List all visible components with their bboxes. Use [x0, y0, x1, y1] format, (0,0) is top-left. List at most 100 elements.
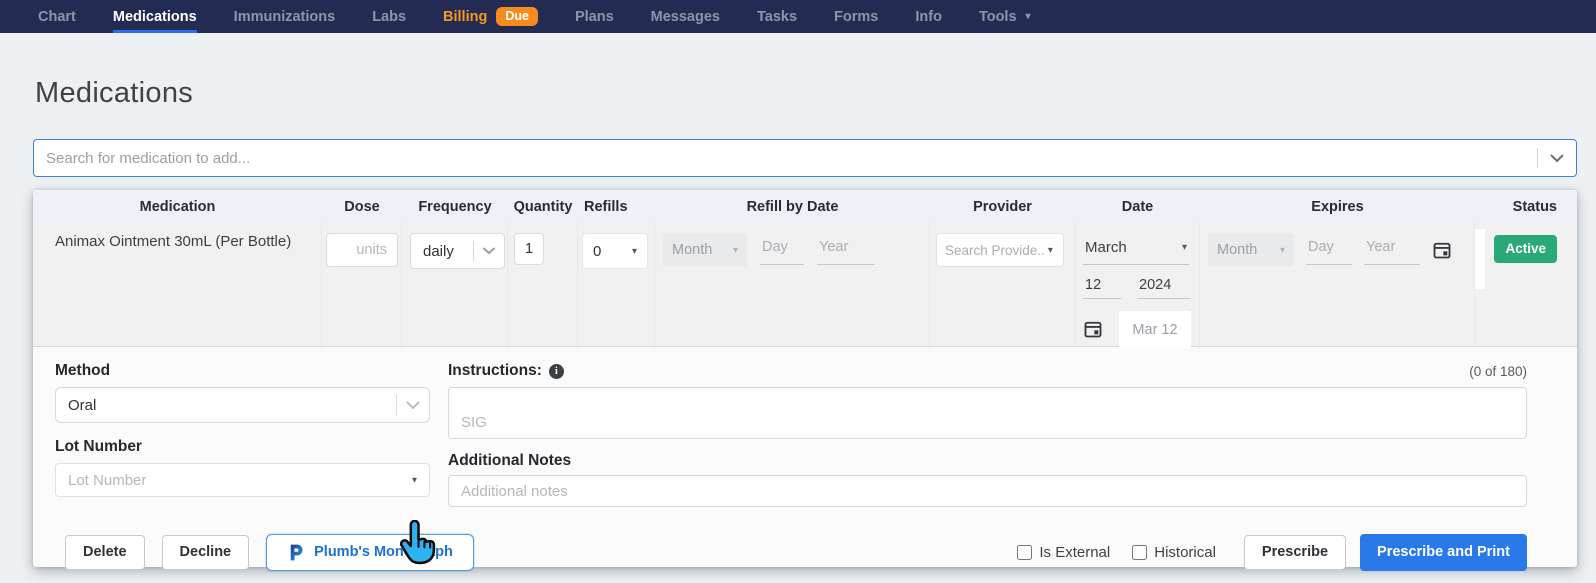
- triangle-down-icon: ▾: [1280, 245, 1285, 256]
- top-nav: Chart Medications Immunizations Labs Bil…: [0, 0, 1596, 33]
- expires-year-input[interactable]: [1364, 233, 1420, 265]
- col-header-refills: Refills: [578, 199, 655, 215]
- triangle-down-icon: ▾: [733, 245, 738, 256]
- medication-search-input[interactable]: [34, 150, 1537, 167]
- historical-label: Historical: [1154, 544, 1216, 561]
- medication-editor-card: Medication Dose Frequency Quantity Refil…: [33, 190, 1577, 567]
- expires-day-input[interactable]: [1306, 233, 1352, 265]
- tab-label: Medications: [113, 9, 197, 25]
- refill-year-input[interactable]: [817, 233, 875, 265]
- triangle-down-icon: ▾: [632, 246, 637, 257]
- date-cell: March ▾ Mar 12: [1075, 223, 1200, 349]
- date-day-input[interactable]: [1083, 273, 1121, 299]
- method-value: Oral: [56, 397, 396, 414]
- prescribe-and-print-button[interactable]: Prescribe and Print: [1360, 534, 1527, 571]
- decline-button[interactable]: Decline: [162, 535, 250, 570]
- tab-labs[interactable]: Labs: [372, 0, 406, 33]
- tab-label: Tools: [979, 9, 1017, 25]
- tab-billing[interactable]: Billing Due: [443, 0, 538, 33]
- search-dropdown-toggle[interactable]: [1538, 154, 1576, 163]
- tab-plans[interactable]: Plans: [575, 0, 614, 33]
- date-calendar-button[interactable]: [1083, 319, 1103, 342]
- refill-month-select[interactable]: Month ▾: [663, 233, 747, 267]
- expires-month-placeholder: Month: [1217, 242, 1257, 258]
- chevron-down-icon: [1550, 154, 1564, 163]
- scroll-gap: [1475, 229, 1485, 289]
- expires-calendar-button[interactable]: [1432, 240, 1452, 263]
- prescription-form: Method Oral Lot Number Lot Number ▾ Inst…: [33, 347, 1577, 507]
- medication-name: Animax Ointment 30mL (Per Bottle): [33, 223, 322, 349]
- triangle-down-icon: ▾: [412, 475, 417, 486]
- tab-label: Plans: [575, 9, 614, 25]
- date-month-value: March: [1085, 239, 1127, 256]
- delete-button[interactable]: Delete: [65, 535, 145, 570]
- date-year-input[interactable]: [1137, 273, 1191, 299]
- refill-by-date-cell: Month ▾: [655, 223, 930, 349]
- quantity-cell: [508, 223, 578, 349]
- tab-info[interactable]: Info: [915, 0, 942, 33]
- tab-label: Immunizations: [234, 9, 336, 25]
- provider-select[interactable]: Search Provide.. ▾: [936, 233, 1064, 267]
- date-month-select[interactable]: March ▾: [1083, 233, 1189, 265]
- col-header-expires: Expires: [1200, 199, 1475, 215]
- col-header-refill-by-date: Refill by Date: [655, 199, 930, 215]
- instructions-input[interactable]: [448, 387, 1527, 439]
- method-select[interactable]: Oral: [55, 387, 430, 423]
- provider-placeholder: Search Provide..: [945, 243, 1045, 258]
- tab-medications[interactable]: Medications: [113, 0, 197, 33]
- tab-label: Billing: [443, 9, 487, 25]
- plumbs-logo-icon: [287, 543, 305, 562]
- col-header-provider: Provider: [930, 199, 1075, 215]
- due-badge: Due: [496, 7, 538, 26]
- tab-messages[interactable]: Messages: [651, 0, 720, 33]
- col-header-quantity: Quantity: [508, 199, 578, 215]
- prescribe-button[interactable]: Prescribe: [1244, 535, 1346, 570]
- tab-label: Info: [915, 9, 942, 25]
- tab-tasks[interactable]: Tasks: [757, 0, 797, 33]
- page-title: Medications: [35, 77, 1596, 110]
- tab-chart[interactable]: Chart: [38, 0, 76, 33]
- tab-label: Forms: [834, 9, 878, 25]
- medication-search: [33, 139, 1577, 177]
- chevron-down-icon: [406, 401, 420, 410]
- plumbs-monograph-button[interactable]: Plumb's Monograph: [266, 534, 474, 571]
- tab-tools[interactable]: Tools ▾: [979, 0, 1031, 33]
- expires-month-select[interactable]: Month ▾: [1208, 233, 1294, 267]
- tab-label: Labs: [372, 9, 406, 25]
- form-left-column: Method Oral Lot Number Lot Number ▾: [55, 362, 430, 507]
- instructions-label: Instructions:: [448, 362, 542, 380]
- col-header-dose: Dose: [322, 199, 402, 215]
- tab-immunizations[interactable]: Immunizations: [234, 0, 336, 33]
- col-header-status: Status: [1475, 199, 1577, 215]
- is-external-label: Is External: [1039, 544, 1110, 561]
- additional-notes-input[interactable]: [448, 475, 1527, 507]
- quantity-input[interactable]: [514, 233, 544, 265]
- dose-input[interactable]: [326, 233, 398, 267]
- is-external-checkbox[interactable]: Is External: [1017, 544, 1110, 561]
- refill-day-input[interactable]: [760, 233, 804, 265]
- refill-month-placeholder: Month: [672, 242, 712, 258]
- triangle-down-icon: ▾: [1182, 242, 1187, 253]
- calendar-icon: [1432, 240, 1452, 260]
- tab-forms[interactable]: Forms: [834, 0, 878, 33]
- refills-select[interactable]: 0 ▾: [582, 233, 648, 269]
- status-cell: Active: [1475, 223, 1577, 349]
- triangle-down-icon: ▾: [1048, 245, 1053, 256]
- lot-number-label: Lot Number: [55, 438, 430, 456]
- lot-number-select[interactable]: Lot Number ▾: [55, 463, 430, 497]
- tab-label: Chart: [38, 9, 76, 25]
- plumbs-label: Plumb's Monograph: [314, 545, 453, 560]
- refills-value: 0: [593, 243, 601, 260]
- col-header-frequency: Frequency: [402, 199, 508, 215]
- col-header-date: Date: [1075, 199, 1200, 215]
- lot-number-placeholder: Lot Number: [68, 472, 146, 489]
- frequency-value: daily: [411, 243, 473, 260]
- info-icon[interactable]: i: [549, 364, 564, 379]
- historical-checkbox-input[interactable]: [1132, 545, 1147, 560]
- is-external-checkbox-input[interactable]: [1017, 545, 1032, 560]
- historical-checkbox[interactable]: Historical: [1132, 544, 1216, 561]
- chevron-down-icon: [483, 247, 495, 255]
- expires-cell: Month ▾: [1200, 223, 1475, 349]
- frequency-select[interactable]: daily: [410, 233, 505, 269]
- provider-cell: Search Provide.. ▾: [930, 223, 1075, 349]
